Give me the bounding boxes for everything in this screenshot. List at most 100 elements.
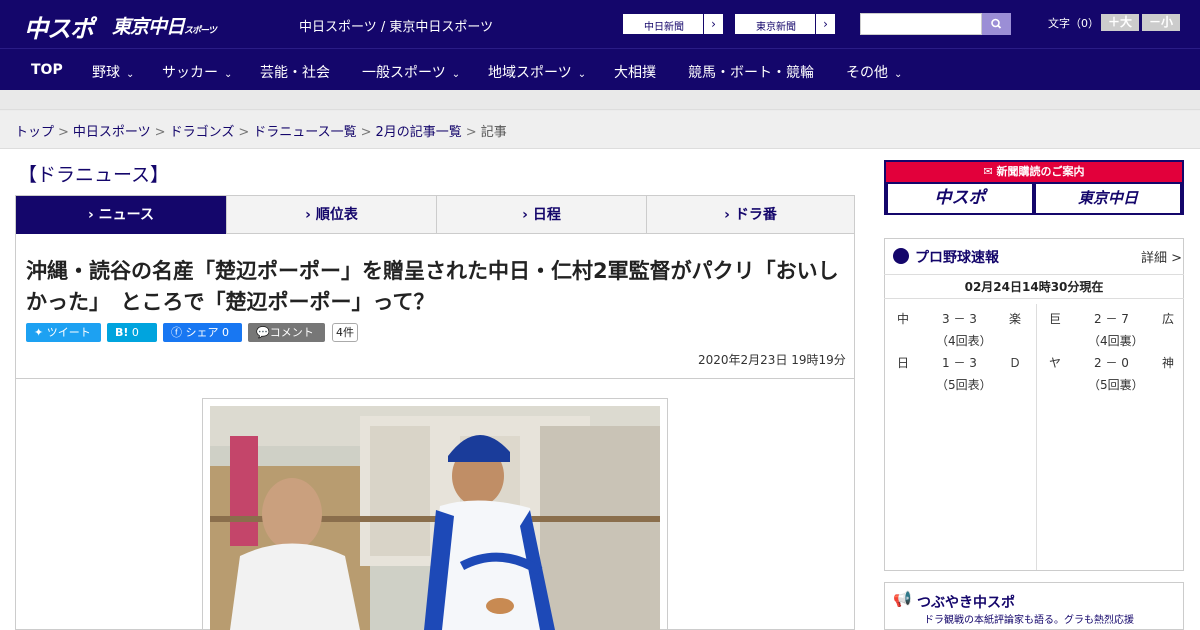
tweet-label: ツイート <box>46 326 91 339</box>
search-input[interactable] <box>860 13 982 35</box>
breadcrumb-dragons[interactable]: ドラゴンズ <box>170 125 235 140</box>
game-score[interactable]: 2 － 0 <box>1094 354 1129 371</box>
article-photo[interactable] <box>210 406 660 630</box>
tokyo-shimbun-label: 東京新聞 <box>756 22 796 33</box>
nav-general-sports[interactable]: 一般スポーツ ⌄ <box>362 62 460 82</box>
breadcrumb-top[interactable]: トップ <box>15 125 54 140</box>
nav-other[interactable]: その他 ⌄ <box>846 62 902 82</box>
nav-soccer[interactable]: サッカー ⌄ <box>162 62 232 82</box>
game-home-team: ヤ <box>1049 356 1062 370</box>
baseball-icon <box>893 248 909 264</box>
hatena-icon: B! <box>115 326 129 339</box>
chevron-down-icon: ⌄ <box>894 69 903 80</box>
tokyo-chunichi-logo-small: スポーツ <box>184 26 217 36</box>
game-inning: （5回表） <box>936 378 992 392</box>
game-away-team: 神 <box>1162 356 1175 370</box>
chevron-right-icon: › <box>815 14 835 34</box>
game-away-team: 広 <box>1162 312 1175 326</box>
game-away-team: 楽 <box>1009 312 1022 326</box>
scoreboard-detail-link[interactable]: 詳細 > <box>1141 247 1182 266</box>
breadcrumb: トップ > 中日スポーツ > ドラゴンズ > ドラニュース一覧 >2月の記事一覧 > 記事 <box>0 111 1200 149</box>
nav-other-label: その他 <box>846 65 888 81</box>
game-inning: （4回表） <box>936 334 992 348</box>
chevron-down-icon: ⌄ <box>126 69 135 80</box>
tab-news[interactable]: › ニュース <box>16 196 227 242</box>
tokyo-chunichi-logo-text: 東京中日 <box>112 16 185 38</box>
article-photo-image <box>210 406 660 630</box>
breadcrumb-chunichi-sports[interactable]: 中日スポーツ <box>73 125 151 140</box>
twitter-icon: ✦ <box>34 326 44 339</box>
comment-label: コメント <box>269 326 314 339</box>
nav-baseball-label: 野球 <box>92 65 120 81</box>
scoreboard-time: 02月24日14時30分現在 <box>884 274 1184 299</box>
scoreboard-title: プロ野球速報 <box>915 250 999 266</box>
section-title: 【ドラニュース】 <box>18 164 170 186</box>
subscription-banner[interactable]: ✉ 新聞購読のご案内 中スポ 東京中日 <box>884 160 1184 215</box>
chuspo-logo[interactable]: 中スポ <box>24 9 94 44</box>
tab-dora-ban-label: ドラ番 <box>734 207 777 223</box>
facebook-icon: ⓕ <box>171 326 182 339</box>
top-header: 中スポ 東京中日スポーツ 中日スポーツ / 東京中日スポーツ 中日新聞 › 東京… <box>0 0 1200 48</box>
hatena-button[interactable]: B! 0 <box>107 323 157 342</box>
tokyo-chunichi-logo[interactable]: 東京中日スポーツ <box>112 12 217 39</box>
nav-local-sports-label: 地域スポーツ <box>488 65 572 81</box>
game-inning: （5回裏） <box>1088 378 1144 392</box>
tab-news-label: ニュース <box>98 207 154 223</box>
chevron-down-icon: ⌄ <box>224 69 233 80</box>
ad-band <box>0 90 1200 110</box>
breadcrumb-current: 記事 <box>480 125 507 140</box>
comment-icon: 💬 <box>256 326 270 339</box>
newspaper-icon: ✉ <box>983 165 993 178</box>
tokyo-shimbun-link[interactable]: 東京新聞 › <box>734 13 836 35</box>
subscribe-tokyo-button[interactable]: 東京中日 <box>1036 184 1180 213</box>
game-score[interactable]: 3 － 3 <box>942 310 977 327</box>
game-score[interactable]: 1 － 3 <box>942 354 977 371</box>
tab-standings[interactable]: › 順位表 <box>227 196 437 234</box>
font-size-label: 文字（0） <box>1048 17 1099 30</box>
tab-schedule[interactable]: › 日程 <box>437 196 647 234</box>
nav-local-sports[interactable]: 地域スポーツ ⌄ <box>488 62 586 82</box>
main-nav: TOP 野球 ⌄ サッカー ⌄ 芸能・社会 一般スポーツ ⌄ 地域スポーツ ⌄ 大相撲 … <box>0 48 1200 90</box>
site-names: 中日スポーツ / 東京中日スポーツ <box>299 20 494 35</box>
game-score[interactable]: 2 － 7 <box>1094 310 1129 327</box>
tweet-panel-title: つぶやき中スポ <box>917 595 1015 611</box>
breadcrumb-feb-articles[interactable]: 2月の記事一覧 <box>376 125 462 140</box>
subscribe-chuspo-button[interactable]: 中スポ <box>888 184 1032 213</box>
comment-count: 4件 <box>332 323 358 342</box>
section-tabs: › ニュース › 順位表 › 日程 › ドラ番 <box>15 195 855 242</box>
chunichi-shimbun-link[interactable]: 中日新聞 › <box>622 13 724 35</box>
nav-general-sports-label: 一般スポーツ <box>362 65 446 81</box>
game-home-team: 巨 <box>1049 312 1062 326</box>
comment-button[interactable]: 💬コメント <box>248 323 325 342</box>
game-inning: （4回裏） <box>1088 334 1144 348</box>
game-home-team: 中 <box>897 312 910 326</box>
breadcrumb-dragons-news[interactable]: ドラニュース一覧 <box>253 125 356 140</box>
nav-racing[interactable]: 競馬・ボート・競輪 <box>688 62 814 82</box>
game-home-team: 日 <box>897 356 910 370</box>
tab-standings-label: 順位表 <box>315 207 358 223</box>
nav-sumo[interactable]: 大相撲 <box>614 62 656 82</box>
tweet-button[interactable]: ✦ ツイート <box>26 323 101 342</box>
font-larger-button[interactable]: ＋大 <box>1101 14 1139 31</box>
nav-baseball[interactable]: 野球 ⌄ <box>92 62 134 82</box>
nav-top[interactable]: TOP <box>31 62 63 78</box>
facebook-share-button[interactable]: ⓕ シェア 0 <box>163 323 242 342</box>
chevron-down-icon: ⌄ <box>451 69 461 80</box>
chevron-right-icon: › <box>703 14 723 34</box>
search-icon <box>991 18 1002 29</box>
font-smaller-button[interactable]: －小 <box>1142 14 1180 31</box>
search-button[interactable] <box>982 13 1011 35</box>
nav-entertainment[interactable]: 芸能・社会 <box>260 62 330 82</box>
tweet-panel-subtitle: ドラ観戦の本紙評論家も語る。グラも熱烈応援 <box>924 615 1134 626</box>
nav-soccer-label: サッカー <box>162 65 218 81</box>
facebook-share-label: シェア 0 <box>185 326 230 339</box>
chevron-down-icon: ⌄ <box>577 69 587 80</box>
hatena-count: 0 <box>131 326 139 339</box>
tab-dora-ban[interactable]: › ドラ番 <box>647 196 854 234</box>
subscription-title-text: 新聞購読のご案内 <box>996 165 1085 178</box>
article-date: 2020年2月23日 19時19分 <box>698 353 846 367</box>
game-away-team: Ｄ <box>1009 356 1022 370</box>
tab-schedule-label: 日程 <box>532 207 561 223</box>
scoreboard-divider <box>1036 304 1037 570</box>
subscription-title: ✉ 新聞購読のご案内 <box>886 162 1182 182</box>
